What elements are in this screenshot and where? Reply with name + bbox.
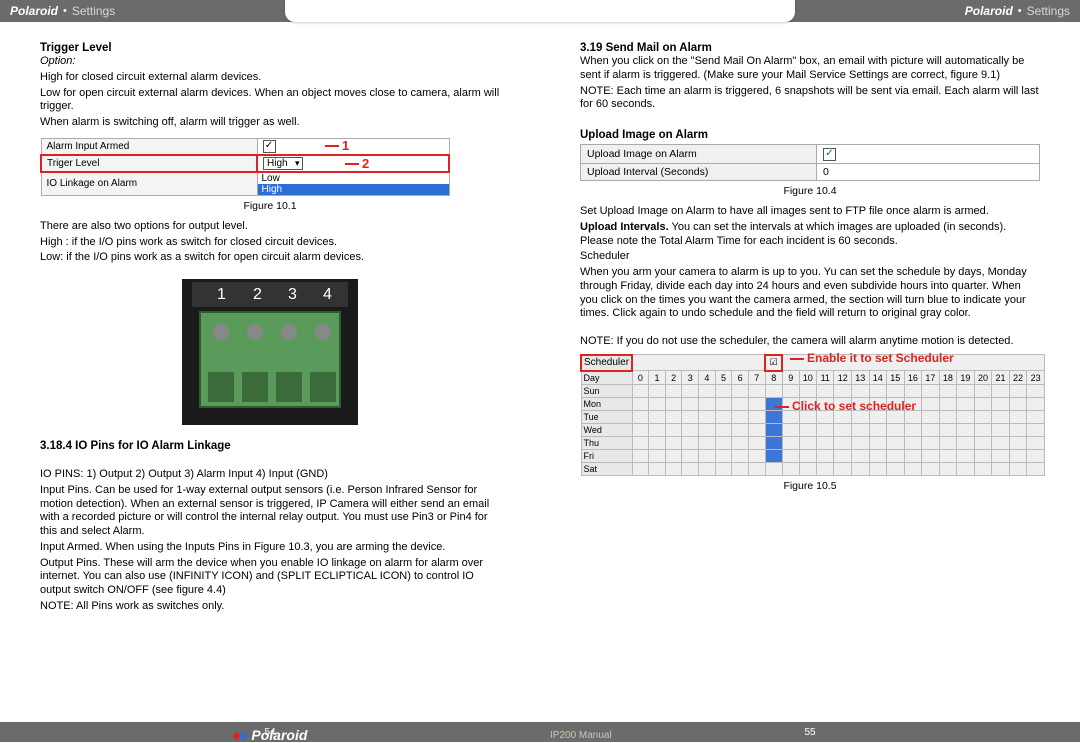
body-text: NOTE: If you do not use the scheduler, t… xyxy=(580,335,1040,349)
option-high: High xyxy=(258,184,449,195)
pin-label-4: 4 xyxy=(323,286,332,303)
callout-click-scheduler: Click to set scheduler xyxy=(775,399,916,413)
section-text: Settings xyxy=(72,4,115,18)
scheduler-checkbox: ☑ xyxy=(765,355,782,371)
hours-row: Day 0 1 2 3 4 5 6 7 8 9 10 11 12 13 14 1 xyxy=(581,371,1045,385)
page-number: 55 xyxy=(804,727,815,738)
body-text: There are also two options for output le… xyxy=(40,220,500,234)
callout-1: 1 xyxy=(325,138,349,153)
footer-right: IP200 Manual 55 xyxy=(540,727,1080,738)
upload-settings-table: Upload Image on Alarm ✓ Upload Interval … xyxy=(580,144,1040,181)
heading-io-pins: 3.18.4 IO Pins for IO Alarm Linkage xyxy=(40,440,500,452)
scheduler-table: Scheduler ☑ Day 0 1 2 3 4 5 6 7 8 9 xyxy=(580,354,1045,476)
brand-text: Polaroid xyxy=(965,4,1013,18)
page-55: 3.19 Send Mail on Alarm When you click o… xyxy=(540,22,1080,626)
section-text: Settings xyxy=(1027,4,1070,18)
row-value: Low High xyxy=(257,172,449,196)
pin-label-3: 3 xyxy=(288,286,297,303)
polaroid-logo: ◆◆ Polaroid xyxy=(233,727,308,743)
separator-dot: • xyxy=(63,5,67,17)
body-text: Low for open circuit external alarm devi… xyxy=(40,87,500,115)
figure-caption: Figure 10.1 xyxy=(40,200,500,212)
separator-dot: • xyxy=(1018,5,1022,17)
row-value: 0 xyxy=(817,164,1040,181)
bold-label: Upload Intervals. xyxy=(580,221,669,233)
option-label: Option: xyxy=(40,55,75,67)
day-row: Thu xyxy=(581,436,1045,449)
body-text: High for closed circuit external alarm d… xyxy=(40,71,500,85)
figure-10-5: Enable it to set Scheduler Scheduler ☑ D… xyxy=(580,354,1040,476)
document-footer: 54 ◆◆ Polaroid IP200 Manual 55 xyxy=(0,722,1080,742)
body-text: Upload Intervals. You can set the interv… xyxy=(580,221,1040,249)
row-label: IO Linkage on Alarm xyxy=(41,172,257,196)
checkbox-icon: ✓ xyxy=(263,140,276,153)
day-row: Sat xyxy=(581,462,1045,475)
day-header: Day xyxy=(581,371,632,385)
day-row: Sun xyxy=(581,384,1045,397)
heading-send-mail: 3.19 Send Mail on Alarm xyxy=(580,42,1040,54)
day-row: Fri xyxy=(581,449,1045,462)
brand-text: Polaroid xyxy=(10,4,58,18)
scheduler-label: Scheduler xyxy=(581,355,632,371)
footer-left: 54 ◆◆ Polaroid xyxy=(0,727,540,738)
row-label: Alarm Input Armed xyxy=(41,138,257,155)
terminal-block-figure: 1 2 3 4 xyxy=(40,277,500,430)
body-text: High : if the I/O pins work as switch fo… xyxy=(40,236,500,250)
body-text: When alarm is switching off, alarm will … xyxy=(40,116,500,130)
row-value: ✓ xyxy=(257,138,449,155)
callout-enable-scheduler: Enable it to set Scheduler xyxy=(790,351,954,365)
pin-label-2: 2 xyxy=(253,286,262,303)
body-text: When you arm your camera to alarm is up … xyxy=(580,266,1040,321)
body-text: Input Pins. Can be used for 1-way extern… xyxy=(40,484,500,539)
row-label: Upload Interval (Seconds) xyxy=(581,164,817,181)
alarm-settings-table: Alarm Input Armed ✓ Triger Level High IO… xyxy=(40,138,450,196)
body-text: Input Armed. When using the Inputs Pins … xyxy=(40,541,500,555)
figure-10-1: Alarm Input Armed ✓ Triger Level High IO… xyxy=(40,138,500,196)
figure-caption: Figure 10.4 xyxy=(580,185,1040,197)
row-value: ✓ xyxy=(817,145,1040,164)
heading-trigger-level: Trigger Level xyxy=(40,42,500,54)
figure-caption: Figure 10.5 xyxy=(580,480,1040,492)
terminal-block-icon: 1 2 3 4 xyxy=(180,277,360,427)
header-tab-notch xyxy=(285,0,795,22)
dropdown-high: High xyxy=(263,157,303,170)
body-text: Scheduler xyxy=(580,250,1040,264)
checkbox-icon: ✓ xyxy=(823,148,836,161)
body-text: IO PINS: 1) Output 2) Output 3) Alarm In… xyxy=(40,468,500,482)
row-label: Upload Image on Alarm xyxy=(581,145,817,164)
body-text: NOTE: All Pins work as switches only. xyxy=(40,600,500,614)
body-text: Output Pins. These will arm the device w… xyxy=(40,557,500,598)
body-text: When you click on the "Send Mail On Alar… xyxy=(580,55,1040,83)
callout-2: 2 xyxy=(345,156,369,171)
option-low: Low xyxy=(258,173,449,184)
document-header: Polaroid • Settings Polaroid • Settings xyxy=(0,0,1080,22)
manual-label: IP200 Manual xyxy=(550,730,612,741)
pin-label-1: 1 xyxy=(217,286,226,303)
page-54: Trigger Level Option: High for closed ci… xyxy=(0,22,540,626)
day-row: Wed xyxy=(581,423,1045,436)
heading-upload-image: Upload Image on Alarm xyxy=(580,129,1040,141)
body-text: NOTE: Each time an alarm is triggered, 6… xyxy=(580,85,1040,113)
body-text: Set Upload Image on Alarm to have all im… xyxy=(580,205,1040,219)
page-spread: Trigger Level Option: High for closed ci… xyxy=(0,22,1080,626)
row-label: Triger Level xyxy=(41,155,257,172)
body-text: Low: if the I/O pins work as a switch fo… xyxy=(40,251,500,265)
